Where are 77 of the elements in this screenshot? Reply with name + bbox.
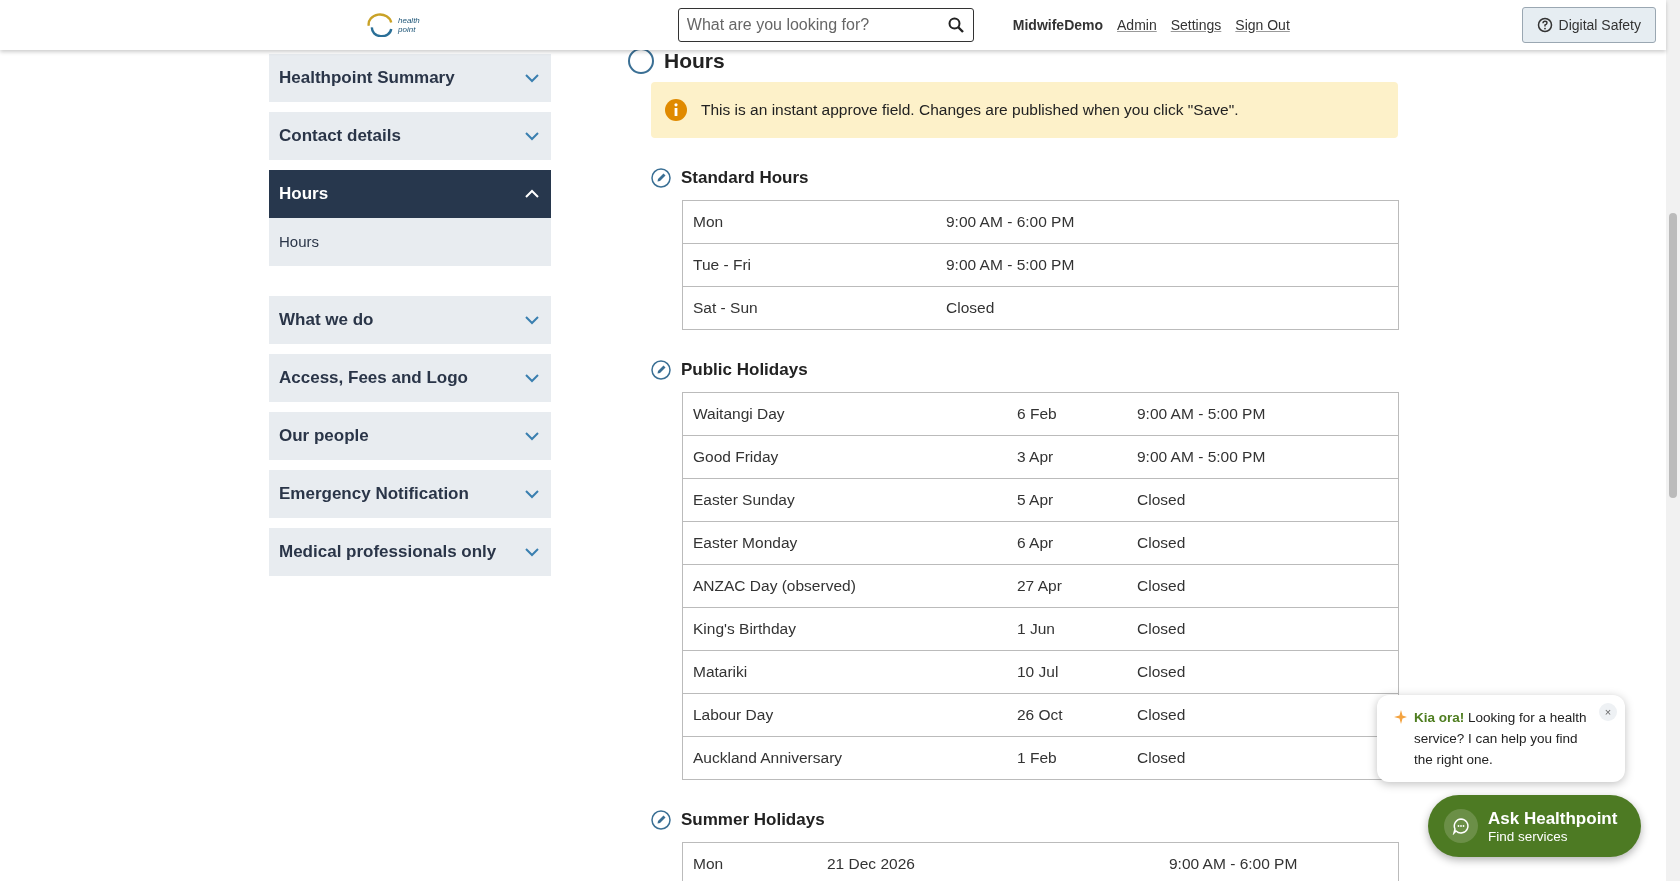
table-cell: 1 Feb bbox=[1007, 737, 1127, 780]
chevron-icon bbox=[524, 547, 540, 557]
table-cell: 9:00 AM - 5:00 PM bbox=[1127, 393, 1398, 436]
section-title: Standard Hours bbox=[681, 168, 809, 188]
nav-link[interactable]: Sign Out bbox=[1235, 17, 1290, 33]
table-cell: 9:00 AM - 6:00 PM bbox=[936, 201, 1398, 244]
chevron-icon bbox=[524, 431, 540, 441]
table-cell: Closed bbox=[1127, 651, 1398, 694]
table-cell: Waitangi Day bbox=[683, 393, 1007, 436]
chevron-icon bbox=[524, 131, 540, 141]
notice-text: This is an instant approve field. Changes are published when you click "Save". bbox=[701, 101, 1239, 119]
table-cell: Closed bbox=[1127, 608, 1398, 651]
user-name: MidwifeDemo bbox=[1012, 17, 1104, 33]
chevron-icon bbox=[524, 315, 540, 325]
table-cell: 21 Dec 2026 bbox=[817, 843, 1159, 881]
scrollbar[interactable] bbox=[1666, 0, 1680, 881]
circle-icon bbox=[628, 48, 654, 74]
table-cell: Mon bbox=[683, 843, 817, 881]
edit-icon[interactable] bbox=[651, 360, 671, 380]
table-cell: Sat - Sun bbox=[683, 287, 936, 330]
info-icon bbox=[665, 99, 687, 121]
table-cell: 26 Oct bbox=[1007, 694, 1127, 737]
accordion-header[interactable]: Emergency Notification bbox=[269, 470, 551, 518]
table-cell: 6 Apr bbox=[1007, 522, 1127, 565]
section-title: Public Holidays bbox=[681, 360, 808, 380]
accordion-header[interactable]: Healthpoint Summary bbox=[269, 54, 551, 102]
table-cell: King's Birthday bbox=[683, 608, 1007, 651]
nav-link[interactable]: Settings bbox=[1170, 17, 1222, 33]
accordion-header[interactable]: Access, Fees and Logo bbox=[269, 354, 551, 402]
table-cell: 9:00 AM - 5:00 PM bbox=[936, 244, 1398, 287]
digital-safety-button[interactable]: Digital Safety bbox=[1521, 7, 1656, 43]
accordion-header[interactable]: What we do bbox=[269, 296, 551, 344]
chevron-icon bbox=[524, 489, 540, 499]
accordion-header[interactable]: Hours bbox=[269, 170, 551, 218]
table-cell: Tue - Fri bbox=[683, 244, 936, 287]
chevron-icon bbox=[524, 373, 540, 383]
section-title: Summer Holidays bbox=[681, 810, 825, 830]
table-cell: Easter Monday bbox=[683, 522, 1007, 565]
edit-icon[interactable] bbox=[651, 810, 671, 830]
logo-drawing[interactable]: health point bbox=[364, 13, 420, 37]
table-cell: Labour Day bbox=[683, 694, 1007, 737]
table-cell: Closed bbox=[936, 287, 1398, 330]
table-cell: Mon bbox=[683, 201, 936, 244]
table-cell: 27 Apr bbox=[1007, 565, 1127, 608]
table-cell: 9:00 AM - 5:00 PM bbox=[1127, 436, 1398, 479]
question-icon bbox=[1536, 17, 1553, 33]
accordion-header[interactable]: Contact details bbox=[269, 112, 551, 160]
page-title: Hours bbox=[664, 49, 725, 73]
table-cell: 6 Feb bbox=[1007, 393, 1127, 436]
table-cell: Closed bbox=[1127, 479, 1398, 522]
table-cell: 3 Apr bbox=[1007, 436, 1127, 479]
ask-healthpoint-button[interactable]: Ask Healthpoint Find services bbox=[1428, 795, 1641, 857]
table-cell: Closed bbox=[1127, 522, 1398, 565]
chevron-icon bbox=[524, 189, 540, 199]
table-cell: 5 Apr bbox=[1007, 479, 1127, 522]
chat-icon bbox=[1444, 809, 1478, 843]
accordion-header[interactable]: Our people bbox=[269, 412, 551, 460]
sidebar-link[interactable]: Hours bbox=[269, 218, 551, 266]
edit-icon[interactable] bbox=[651, 168, 671, 188]
table-cell: Good Friday bbox=[683, 436, 1007, 479]
chat-message: Kia ora! Looking for a health service? I can help you find the right one. bbox=[1414, 709, 1588, 769]
table-cell: 9:00 AM - 6:00 PM bbox=[1159, 843, 1398, 881]
close-button[interactable]: × bbox=[1599, 703, 1617, 721]
accordion-header[interactable]: Medical professionals only bbox=[269, 528, 551, 576]
table-cell: Easter Sunday bbox=[683, 479, 1007, 522]
nav-link[interactable]: Admin bbox=[1117, 17, 1157, 33]
table-cell: 10 Jul bbox=[1007, 651, 1127, 694]
logo-text: point bbox=[398, 25, 417, 34]
table-cell: ANZAC Day (observed) bbox=[683, 565, 1007, 608]
logo-text: health bbox=[398, 16, 420, 25]
chevron-icon bbox=[524, 73, 540, 83]
table-cell: Matariki bbox=[683, 651, 1007, 694]
search-field[interactable]: What are you looking for? bbox=[677, 8, 974, 42]
table-cell: Auckland Anniversary bbox=[683, 737, 1007, 780]
search-icon[interactable] bbox=[947, 17, 964, 33]
table-cell: 1 Jun bbox=[1007, 608, 1127, 651]
table-cell: Closed bbox=[1127, 565, 1398, 608]
